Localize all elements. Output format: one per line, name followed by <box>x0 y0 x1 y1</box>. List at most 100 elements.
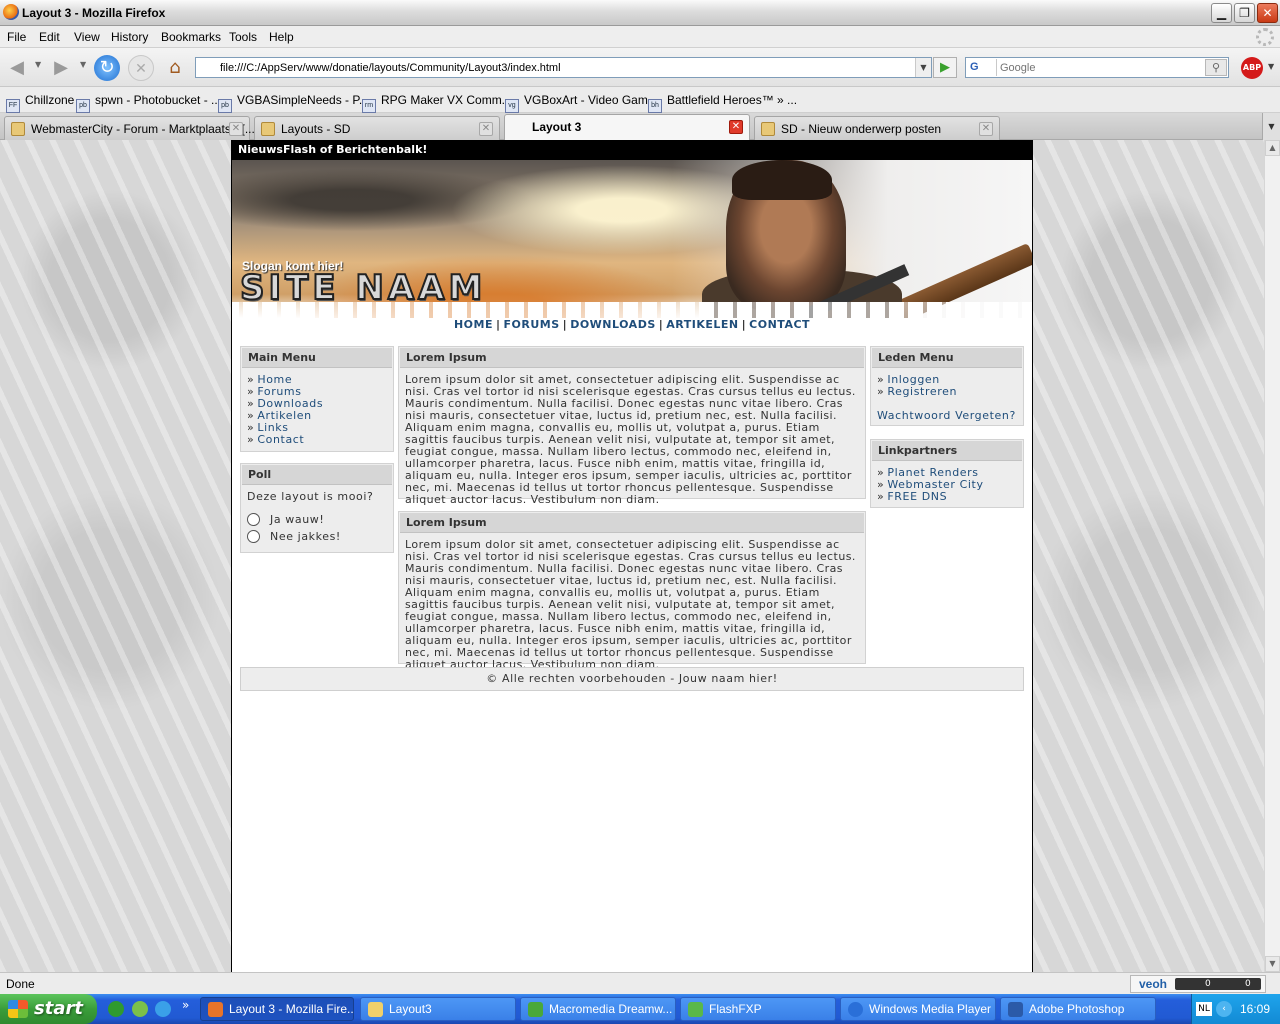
reload-button[interactable]: ↻ <box>94 55 120 81</box>
members-menu-title: Leden Menu <box>872 348 1022 368</box>
bookmark-item[interactable]: FF Chillzone <box>6 93 74 113</box>
bookmark-item[interactable]: pb spwn - Photobucket - ... <box>76 93 221 113</box>
tab-favicon-icon <box>261 122 275 136</box>
bookmark-item[interactable]: vg VGBoxArt - Video Gam... <box>505 93 658 113</box>
back-history-dropdown[interactable]: ▼ <box>35 60 41 69</box>
tray-expand-icon[interactable]: ‹ <box>1216 1001 1232 1017</box>
search-icon[interactable]: ⚲ <box>1205 59 1227 76</box>
tab-close-icon[interactable]: ✕ <box>229 122 243 136</box>
taskbar-item-photoshop[interactable]: Adobe Photoshop <box>1000 997 1156 1021</box>
menu-help[interactable]: Help <box>269 30 294 44</box>
forward-history-dropdown[interactable]: ▼ <box>80 60 86 69</box>
veoh-addon[interactable]: veoh 0 0 <box>1130 975 1266 993</box>
tab-close-icon[interactable]: ✕ <box>479 122 493 136</box>
nav-downloads-link[interactable]: DOWNLOADS <box>570 318 656 331</box>
flashfxp-icon <box>688 1002 703 1017</box>
content-box: Lorem Ipsum Lorem ipsum dolor sit amet, … <box>398 346 866 506</box>
tab-close-icon[interactable]: ✕ <box>979 122 993 136</box>
newsflash-bar: NieuwsFlash of Berichtenbalk! <box>232 140 1032 160</box>
site-top-nav: HOME | FORUMS | DOWNLOADS | ARTIKELEN | CONTACT <box>453 318 811 331</box>
taskbar-item-media-player[interactable]: Windows Media Player <box>840 997 996 1021</box>
maximize-button[interactable]: ❐ <box>1234 3 1255 23</box>
bookmark-favicon-icon: pb <box>76 99 90 113</box>
menu-edit[interactable]: Edit <box>39 30 60 44</box>
register-link[interactable]: » Registreren <box>877 386 1017 398</box>
content-box: Lorem Ipsum Lorem ipsum dolor sit amet, … <box>398 511 866 671</box>
bookmark-item[interactable]: rm RPG Maker VX Comm... <box>362 93 512 113</box>
poll-title: Poll <box>242 465 392 485</box>
search-input[interactable] <box>1000 59 1200 76</box>
bookmark-item[interactable]: pb VGBASimpleNeeds - P... <box>218 93 369 113</box>
tab-layout-3[interactable]: Layout 3 ✕ <box>504 114 750 140</box>
adblock-dropdown[interactable]: ▼ <box>1268 62 1274 71</box>
quicklaunch-icon[interactable] <box>132 1001 148 1017</box>
poll-option-yes[interactable]: Ja wauw! <box>247 513 387 526</box>
quicklaunch-more[interactable]: » <box>182 998 189 1012</box>
tab-favicon-icon <box>761 122 775 136</box>
search-engine-selector[interactable]: G <box>967 59 997 76</box>
address-bar[interactable]: ▼ <box>195 57 932 78</box>
close-button[interactable]: ✕ <box>1257 3 1278 23</box>
windows-taskbar: start » Layout 3 - Mozilla Fire... Layou… <box>0 994 1280 1024</box>
taskbar-item-dreamweaver[interactable]: Macromedia Dreamw... <box>520 997 676 1021</box>
menu-bookmarks[interactable]: Bookmarks <box>161 30 221 44</box>
adblock-plus-button[interactable]: ABP <box>1241 57 1263 79</box>
language-indicator[interactable]: NL <box>1196 1002 1212 1016</box>
poll-box: Poll Deze layout is mooi? Ja wauw! Nee j… <box>240 463 394 553</box>
tab-webmastercity[interactable]: WebmasterCity - Forum - Marktplaats - [.… <box>4 116 255 140</box>
taskbar-item-flashfxp[interactable]: FlashFXP <box>680 997 836 1021</box>
forward-button[interactable]: ▶ <box>48 55 74 81</box>
folder-icon <box>368 1002 383 1017</box>
go-button[interactable]: ▶ <box>933 57 957 78</box>
minimize-button[interactable]: ▁ <box>1211 3 1232 23</box>
bookmark-item[interactable]: bh Battlefield Heroes™ » ... <box>648 93 797 113</box>
start-button[interactable]: start <box>0 994 97 1024</box>
home-button[interactable]: ⌂ <box>162 55 188 81</box>
menu-file[interactable]: File <box>7 30 26 44</box>
vertical-scrollbar[interactable]: ▲ ▼ <box>1264 140 1280 972</box>
quicklaunch-icon[interactable] <box>108 1001 124 1017</box>
forgot-password-link[interactable]: Wachtwoord Vergeten? <box>877 410 1017 422</box>
nav-home-link[interactable]: HOME <box>454 318 493 331</box>
menu-view[interactable]: View <box>74 30 100 44</box>
tab-list-dropdown[interactable]: ▼ <box>1262 113 1280 140</box>
scroll-up-arrow-icon[interactable]: ▲ <box>1265 140 1280 156</box>
taskbar-item-firefox[interactable]: Layout 3 - Mozilla Fire... <box>200 997 354 1021</box>
photoshop-icon <box>1008 1002 1023 1017</box>
status-text: Done <box>6 977 35 991</box>
media-player-icon <box>848 1002 863 1017</box>
content-text: Lorem ipsum dolor sit amet, consectetuer… <box>405 373 856 506</box>
nav-forums-link[interactable]: FORUMS <box>504 318 560 331</box>
url-history-dropdown[interactable]: ▼ <box>915 58 931 77</box>
tab-layouts-sd[interactable]: Layouts - SD ✕ <box>254 116 500 140</box>
tab-close-icon[interactable]: ✕ <box>729 120 743 134</box>
veoh-logo: veoh <box>1139 977 1168 991</box>
ie-icon[interactable] <box>155 1001 171 1017</box>
link-partners-box: Linkpartners » Planet Renders » Webmaster … <box>870 439 1024 508</box>
partner-link[interactable]: » FREE DNS <box>877 491 1017 503</box>
nav-contact-link[interactable]: CONTACT <box>749 318 810 331</box>
bookmark-favicon-icon: FF <box>6 99 20 113</box>
nav-artikelen-link[interactable]: ARTIKELEN <box>666 318 738 331</box>
tab-sd-nieuw-onderwerp[interactable]: SD - Nieuw onderwerp posten ✕ <box>754 116 1000 140</box>
scroll-down-arrow-icon[interactable]: ▼ <box>1265 956 1280 972</box>
back-button[interactable]: ◀ <box>4 55 30 81</box>
url-input[interactable] <box>220 59 910 76</box>
stop-button[interactable]: ✕ <box>128 55 154 81</box>
firefox-logo-icon <box>3 4 19 20</box>
menu-bar: File Edit View History Bookmarks Tools H… <box>0 26 1280 48</box>
radio-button[interactable] <box>247 530 260 543</box>
veoh-meter: 0 0 <box>1175 978 1261 990</box>
content-title: Lorem Ipsum <box>400 513 864 533</box>
search-bar[interactable]: G ⚲ <box>965 57 1229 78</box>
bookmark-favicon-icon: pb <box>218 99 232 113</box>
bookmark-favicon-icon: bh <box>648 99 662 113</box>
menu-tools[interactable]: Tools <box>229 30 257 44</box>
radio-button[interactable] <box>247 513 260 526</box>
taskbar-item-folder[interactable]: Layout3 <box>360 997 516 1021</box>
poll-option-no[interactable]: Nee jakkes! <box>247 530 387 543</box>
menu-history[interactable]: History <box>111 30 148 44</box>
content-title: Lorem Ipsum <box>400 348 864 368</box>
menu-contact-link[interactable]: » Contact <box>247 434 387 446</box>
clock: 16:09 <box>1240 1002 1271 1016</box>
